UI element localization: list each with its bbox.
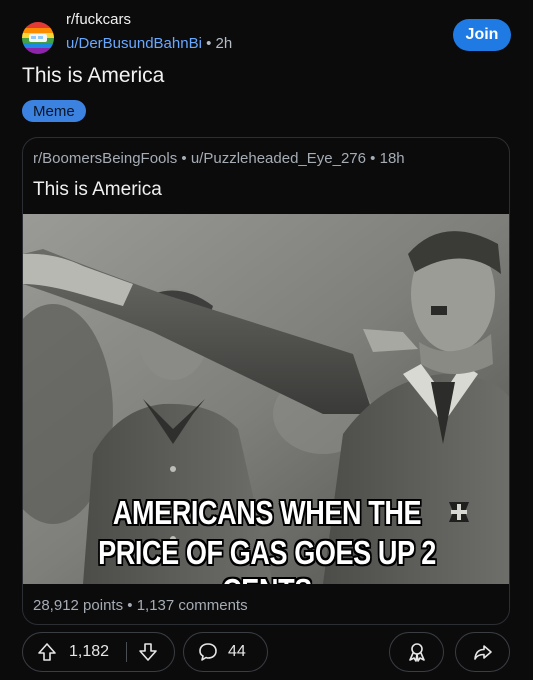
meta-separator: • xyxy=(127,597,133,614)
vote-divider xyxy=(126,642,127,662)
meta-separator: • xyxy=(181,150,187,167)
share-arrow-icon xyxy=(474,645,492,660)
award-ribbon-icon xyxy=(409,643,425,662)
award-button[interactable] xyxy=(389,632,444,672)
meme-caption-line-2: PRICE OF GAS GOES UP 2 CENTS xyxy=(98,534,436,584)
crosspost-card[interactable]: r/BoomersBeingFools • u/Puzzleheaded_Eye… xyxy=(22,137,510,625)
comments-button[interactable]: 44 xyxy=(183,632,268,672)
crosspost-age: 18h xyxy=(379,150,405,167)
comment-count: 44 xyxy=(228,643,246,660)
arrow-down-icon[interactable] xyxy=(138,642,158,662)
vote-count: 1,182 xyxy=(69,643,110,660)
arrow-up-icon[interactable] xyxy=(37,642,57,662)
post-header: r/fuckcars u/DerBusundBahnBi • 2h Join xyxy=(0,0,533,60)
join-button[interactable]: Join xyxy=(453,19,511,51)
flair-badge[interactable]: Meme xyxy=(22,100,86,122)
meta-separator: • xyxy=(370,150,376,167)
crosspost-stats: 28,912 points • 1,137 comments xyxy=(33,597,248,614)
author-link[interactable]: u/DerBusundBahnBi xyxy=(66,35,202,52)
post-meta: u/DerBusundBahnBi • 2h xyxy=(66,35,232,52)
share-button[interactable] xyxy=(455,632,510,672)
post-title[interactable]: This is America xyxy=(22,64,164,88)
speech-bubble-icon xyxy=(199,643,217,661)
crosspost-comments: 1,137 comments xyxy=(136,597,248,614)
subreddit-name[interactable]: r/fuckcars xyxy=(66,11,131,28)
crosspost-author[interactable]: u/Puzzleheaded_Eye_276 xyxy=(191,150,366,167)
meta-separator: • xyxy=(206,35,212,52)
meme-image[interactable]: AMERICANS WHEN THE PRICE OF GAS GOES UP … xyxy=(23,214,509,584)
crosspost-meta: r/BoomersBeingFools • u/Puzzleheaded_Eye… xyxy=(33,150,405,167)
crosspost-points: 28,912 points xyxy=(33,597,124,614)
meme-caption-line-1: AMERICANS WHEN THE xyxy=(112,494,422,531)
crosspost-subreddit[interactable]: r/BoomersBeingFools xyxy=(33,150,177,167)
post-age: 2h xyxy=(215,35,233,52)
crosspost-title[interactable]: This is America xyxy=(33,179,162,201)
vote-control: 1,182 xyxy=(22,632,175,672)
subreddit-avatar-icon[interactable] xyxy=(22,22,54,54)
action-bar: 1,182 44 xyxy=(0,630,533,674)
